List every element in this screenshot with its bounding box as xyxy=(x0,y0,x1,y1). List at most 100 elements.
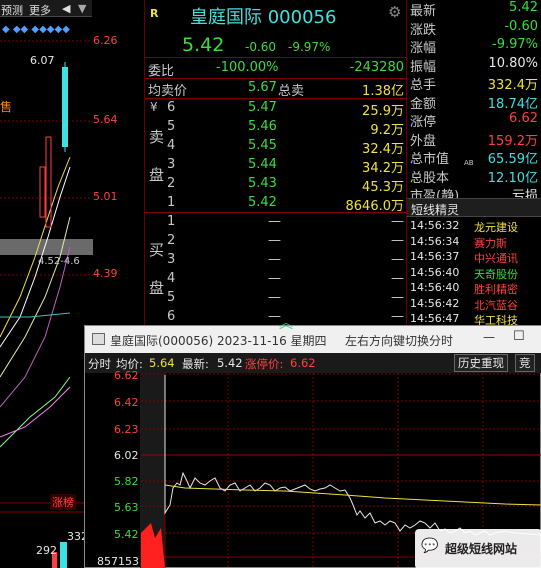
feed-item[interactable]: 14:56:32 龙元建设 xyxy=(407,219,541,234)
collapse-up-icon[interactable]: ︽ xyxy=(279,313,293,333)
popup-y-tick: 5.63 xyxy=(114,501,139,514)
feed-item[interactable]: 14:56:37 中兴通讯 xyxy=(407,250,541,265)
intraday-popup-window[interactable]: 皇庭国际(000056) 2023-11-16 星期四 左右方向键切换分时 — … xyxy=(84,325,541,568)
feed-item[interactable]: 14:56:40 天奇股份 xyxy=(407,266,541,281)
window-icon xyxy=(92,333,105,345)
level-volume: 9.2万 xyxy=(370,123,404,138)
buy-level-row[interactable]: 5 — — xyxy=(145,289,406,308)
side-label: 售 xyxy=(0,100,13,114)
feed-time: 14:56:37 xyxy=(410,250,460,263)
level-price: 5.43 xyxy=(248,176,277,191)
total-sell-val: 1.38亿 xyxy=(362,84,404,99)
level-num: 5 xyxy=(167,119,176,134)
level-volume: 45.3万 xyxy=(362,180,404,195)
feed-item[interactable]: 14:56:40 胜利精密 xyxy=(407,281,541,296)
back-arrow-icon[interactable]: ◀ xyxy=(62,2,70,15)
feed-time: 14:56:40 xyxy=(410,281,460,294)
buy-level-row[interactable]: 4 — — xyxy=(145,270,406,289)
weibi-row: 委比 -100.00% -243280 xyxy=(145,59,406,79)
level-num: 6 xyxy=(167,309,176,324)
stat-row: 外盘 159.2万 xyxy=(407,130,541,149)
stat-label: 最新 xyxy=(410,4,437,19)
stat-row: 振幅 10.80% xyxy=(407,55,541,75)
popup-toolbar: 分时 均价: 5.64 最新: 5.42 涨停价: 6.62 历史重现 竞 xyxy=(85,353,541,373)
limit-up-rank-badge[interactable]: 涨榜 xyxy=(50,494,76,510)
level-volume: 34.2万 xyxy=(362,161,404,176)
buy-level-row[interactable]: 3 — — xyxy=(145,251,406,270)
level-volume: 32.4万 xyxy=(362,142,404,157)
level-price: 5.47 xyxy=(248,100,277,115)
left-toolbar: 预测 更多 ◀ ▼ xyxy=(0,0,92,17)
band-label: 4.52-4.6 xyxy=(38,256,80,267)
popup-titlebar[interactable]: 皇庭国际(000056) 2023-11-16 星期四 左右方向键切换分时 — … xyxy=(85,326,541,353)
stats-panel: 最新 5.42 涨跌 -0.60 涨幅 -9.97% 振幅 10.80% 总手 332.4万 金额 1… xyxy=(406,0,541,327)
dropdown-icon[interactable]: ▼ xyxy=(78,2,86,15)
sell-level-row[interactable]: 3 5.44 34.2万 xyxy=(145,156,406,176)
volume-axis-label: 857153 xyxy=(97,555,139,568)
level-num: 2 xyxy=(167,233,176,248)
feed-stock-name: 龙元建设 xyxy=(474,221,518,234)
level-num: 4 xyxy=(167,271,176,286)
level-price: 5.45 xyxy=(248,138,277,153)
level-price: — xyxy=(268,290,281,305)
limit-price-label: 涨停价: xyxy=(245,357,284,371)
sell-level-row[interactable]: 5 5.46 9.2万 xyxy=(145,118,406,138)
limit-price-val: 6.62 xyxy=(290,356,316,370)
level-num: 6 xyxy=(167,100,176,115)
stat-value: 10.80% xyxy=(488,55,538,71)
stat-row: 总手 332.4万 xyxy=(407,74,541,93)
stat-row: 涨幅 -9.97% xyxy=(407,37,541,56)
stat-value: 18.74亿 xyxy=(487,96,538,112)
level-volume: — xyxy=(391,233,404,248)
forecast-menu[interactable]: 预测 xyxy=(1,2,23,18)
stat-row: 涨跌 -0.60 xyxy=(407,19,541,38)
level-volume: — xyxy=(391,290,404,305)
feed-stock-name: 天奇股份 xyxy=(474,267,518,281)
level-volume: — xyxy=(391,271,404,286)
feed-time: 14:56:47 xyxy=(410,312,460,325)
volume-label: 292 xyxy=(36,544,57,557)
buy-level-row[interactable]: 2 — — xyxy=(145,232,406,251)
price-change: -0.60 xyxy=(245,40,277,54)
total-sell-label: 总卖 xyxy=(278,84,305,99)
sell-level-row[interactable]: 4 5.45 32.4万 xyxy=(145,137,406,157)
y-tick: 5.64 xyxy=(93,113,118,126)
feed-time: 14:56:42 xyxy=(410,296,460,310)
level-num: 4 xyxy=(167,138,176,153)
stat-value: 65.59亿 xyxy=(487,152,538,167)
sell-level-row[interactable]: 1 5.42 8646.0万 xyxy=(145,194,406,214)
feed-item[interactable]: 14:56:42 北汽蓝谷 xyxy=(407,297,541,312)
maximize-button[interactable]: ☐ xyxy=(513,329,525,344)
stat-label: 振幅 xyxy=(410,59,437,75)
more-menu[interactable]: 更多 xyxy=(29,2,51,18)
y-tick: 5.01 xyxy=(93,190,118,203)
stat-label: 总股本 xyxy=(410,170,450,186)
stat-value: 332.4万 xyxy=(487,78,538,93)
level-volume: 25.9万 xyxy=(362,104,404,119)
level-num: 5 xyxy=(167,290,176,305)
stat-value: 6.62 xyxy=(509,111,538,126)
level-price: — xyxy=(268,271,281,286)
stat-value: 12.10亿 xyxy=(487,170,538,186)
settings-gear-icon[interactable]: ⚙ xyxy=(388,3,401,21)
minimize-button[interactable]: — xyxy=(483,330,495,344)
sell-level-row[interactable]: 6 5.47 25.9万 xyxy=(145,99,406,119)
feed-item[interactable]: 14:56:34 赛力斯 xyxy=(407,235,541,250)
r-marker: R xyxy=(150,7,159,20)
price-change-pct: -9.97% xyxy=(288,40,331,54)
popup-hint: 左右方向键切换分时 xyxy=(345,334,454,348)
bidding-button[interactable]: 竞 xyxy=(515,354,535,372)
buy-level-row[interactable]: 1 — — xyxy=(145,213,406,232)
feed-stock-name: 中兴通讯 xyxy=(474,252,518,265)
kline-high-label: 6.07 xyxy=(30,54,55,67)
watermark-badge: 💬 超级短线网站 xyxy=(415,529,541,568)
tab-intraday[interactable]: 分时 xyxy=(88,356,111,372)
history-replay-button[interactable]: 历史重现 xyxy=(454,354,508,372)
stat-value: -9.97% xyxy=(492,37,538,52)
quote-panel: R 皇庭国际 000056 ⚙ 5.42 -0.60 -9.97% 委比 -10… xyxy=(145,0,406,325)
feed-time: 14:56:32 xyxy=(410,219,460,232)
sell-level-row[interactable]: 2 5.43 45.3万 xyxy=(145,175,406,195)
wechat-icon: 💬 xyxy=(421,538,439,554)
feed-time: 14:56:34 xyxy=(410,234,460,248)
feed-stock-name: 赛力斯 xyxy=(474,236,507,250)
